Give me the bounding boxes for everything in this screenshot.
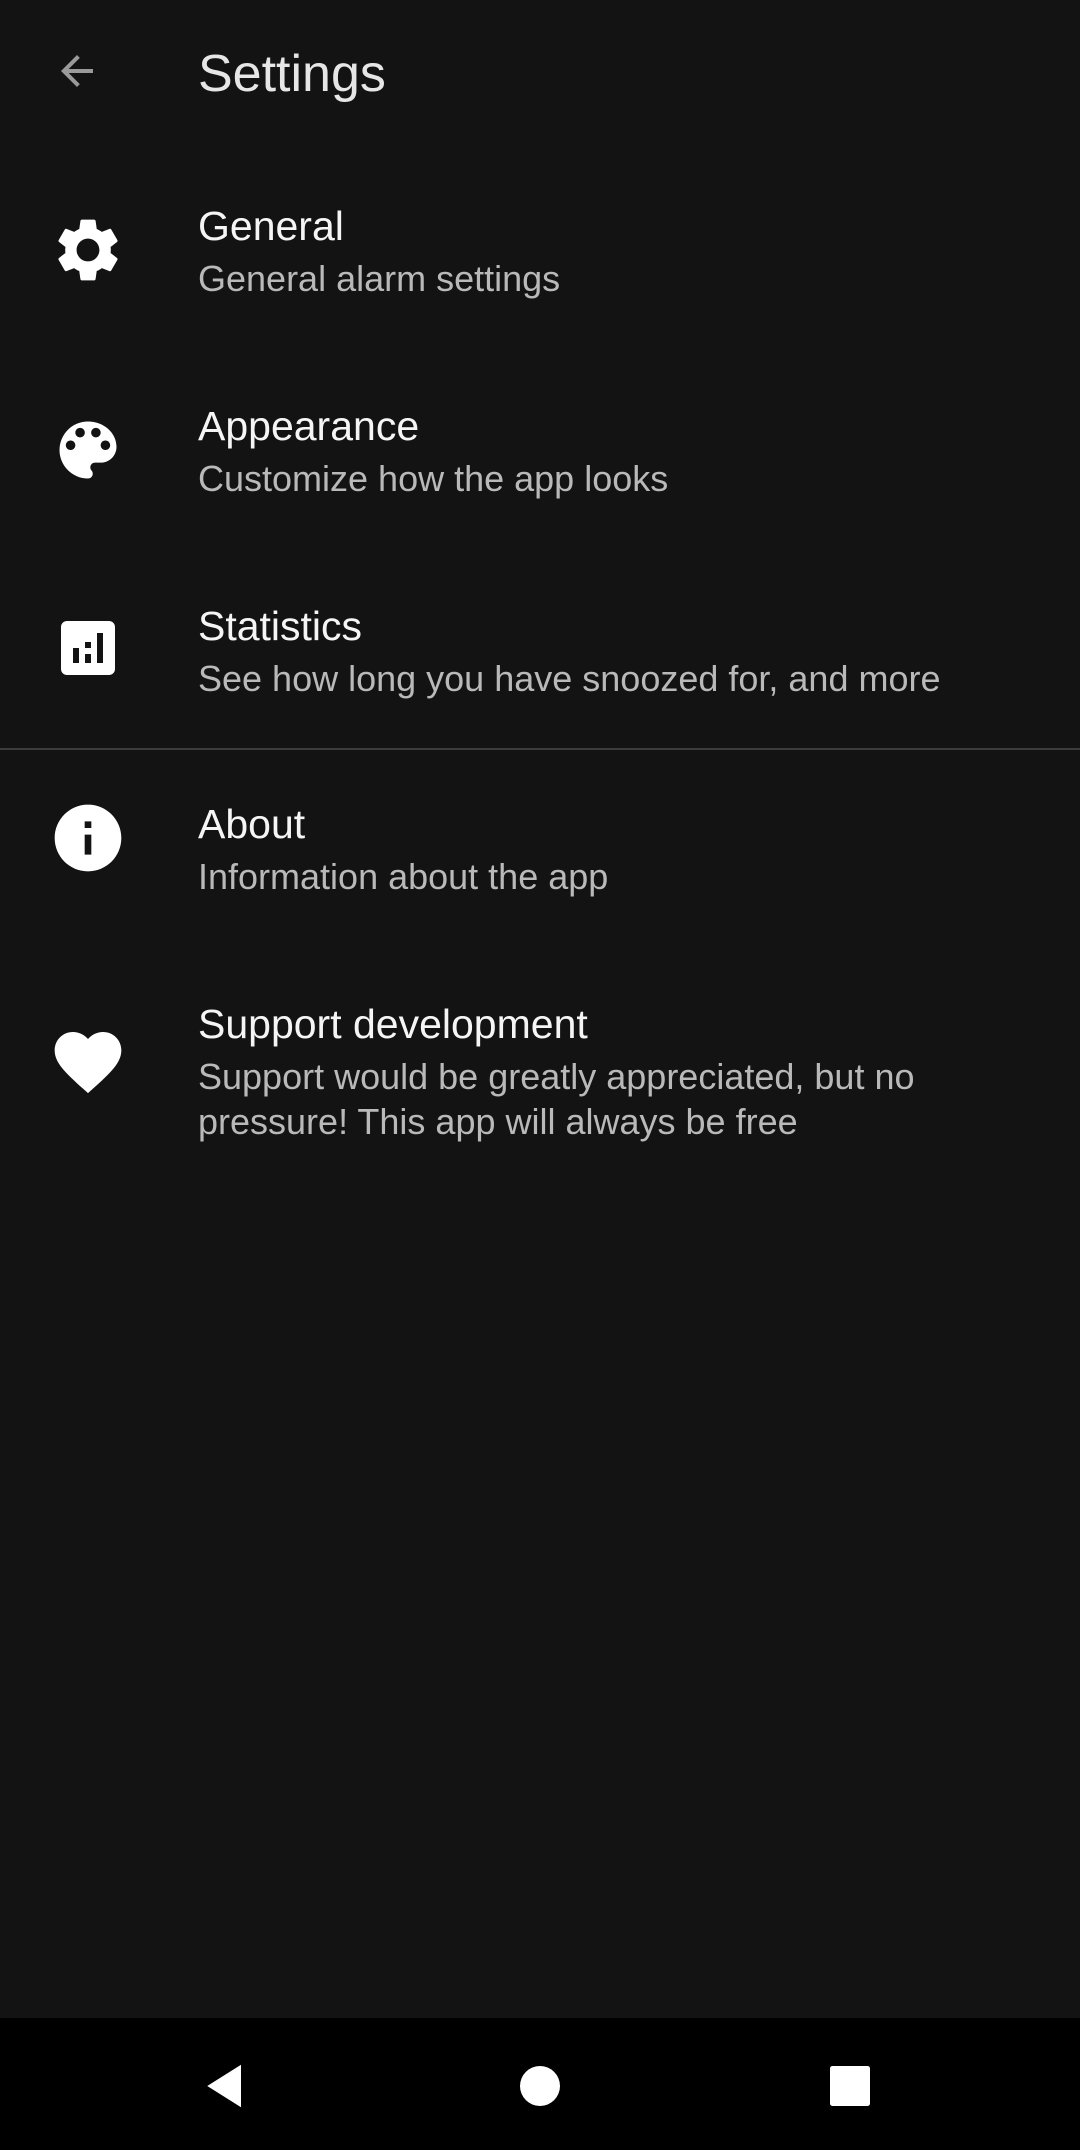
settings-item-summary: Information about the app [198,856,609,897]
nav-recents-icon [830,2066,870,2106]
settings-item-support[interactable]: Support development Support would be gre… [0,950,1080,1180]
settings-item-summary: General alarm settings [198,258,561,299]
settings-item-title: Appearance [198,403,420,449]
arrow-back-icon [61,55,93,87]
settings-item-statistics[interactable]: Statistics See how long you have snoozed… [0,550,1080,748]
bar-chart-icon [48,608,128,688]
nav-back-icon [207,2064,241,2108]
page-title: Settings [198,45,386,103]
settings-item-appearance[interactable]: Appearance Customize how the app looks [0,350,1080,550]
nav-recents-button[interactable] [810,2046,890,2126]
info-icon [48,798,128,878]
settings-item-title: Statistics [198,603,363,649]
settings-item-summary: See how long you have snoozed for, and m… [198,658,941,699]
nav-back-button[interactable] [186,2046,266,2126]
app-bar: Settings [0,0,1080,150]
settings-item-summary: Support would be greatly appreciated, bu… [198,1056,915,1142]
system-nav-bar [0,2018,1080,2150]
settings-item-title: Support development [198,1001,588,1047]
back-button[interactable] [40,34,114,108]
settings-item-about[interactable]: About Information about the app [0,750,1080,950]
gear-icon [48,210,128,290]
settings-item-title: About [198,801,306,847]
settings-item-summary: Customize how the app looks [198,458,669,499]
settings-item-general[interactable]: General General alarm settings [0,150,1080,350]
settings-item-title: General [198,203,344,249]
palette-icon [48,410,128,490]
nav-home-button[interactable] [500,2046,580,2126]
settings-list: General General alarm settings Appearanc… [0,150,1080,1180]
heart-icon [48,1022,128,1102]
nav-home-icon [520,2066,560,2106]
